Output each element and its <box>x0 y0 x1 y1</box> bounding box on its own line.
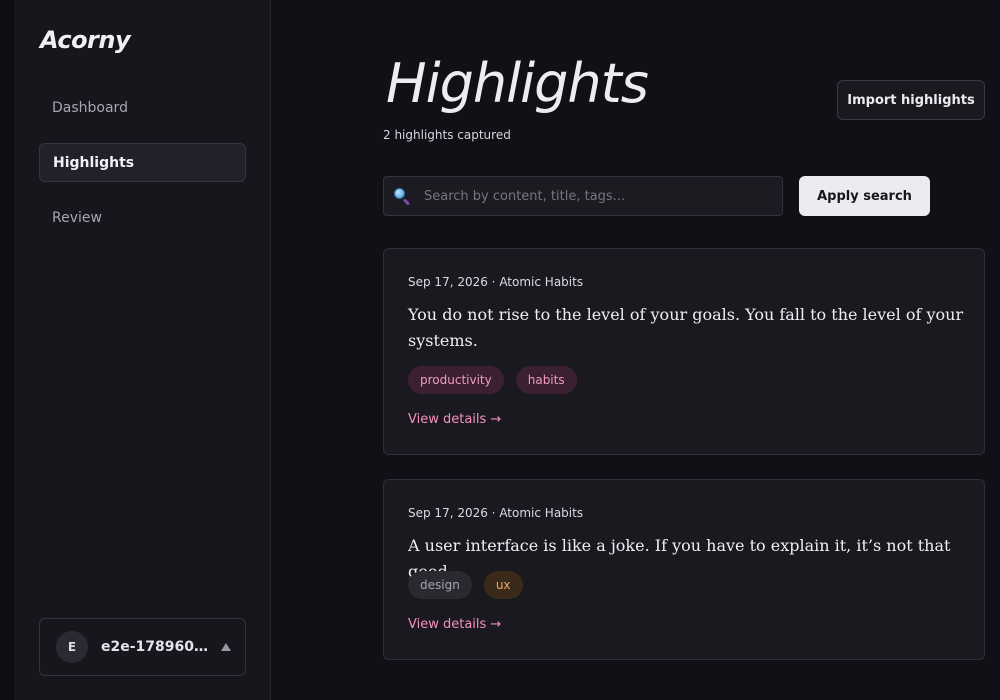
highlight-card: Sep 17, 2026 · Atomic Habits You do not … <box>383 248 985 455</box>
highlight-card: Sep 17, 2026 · Atomic Habits A user inte… <box>383 479 985 660</box>
search-icon <box>393 187 411 206</box>
avatar: E <box>56 631 88 663</box>
sidebar-item-label: Review <box>52 209 102 226</box>
tag-design[interactable]: design <box>408 571 472 599</box>
sidebar-item-highlights[interactable]: Highlights <box>39 143 246 182</box>
search-input[interactable] <box>424 181 769 211</box>
highlight-meta: Sep 17, 2026 · Atomic Habits <box>408 275 584 289</box>
sidebar-item-dashboard[interactable]: Dashboard <box>39 88 246 127</box>
view-details-link[interactable]: View details → <box>408 617 501 632</box>
view-details-link[interactable]: View details → <box>408 412 501 427</box>
tag-list: design ux <box>408 571 523 599</box>
highlight-count: 2 highlights captured <box>383 128 511 142</box>
user-name: e2e-17896070... <box>101 639 209 655</box>
app-logo: Acorny <box>40 26 131 54</box>
sidebar: Acorny Dashboard Highlights Review E e2e… <box>14 0 271 700</box>
apply-search-button[interactable]: Apply search <box>799 176 930 216</box>
tag-list: productivity habits <box>408 366 577 394</box>
caret-up-icon <box>221 643 231 651</box>
page-title: Highlights <box>386 52 649 115</box>
tag-ux[interactable]: ux <box>483 571 523 599</box>
import-highlights-button[interactable]: Import highlights <box>837 80 985 120</box>
window-edge <box>0 0 14 700</box>
highlight-quote: You do not rise to the level of your goa… <box>408 305 964 350</box>
highlight-meta: Sep 17, 2026 · Atomic Habits <box>408 506 584 520</box>
tag-productivity[interactable]: productivity <box>408 366 504 394</box>
tag-habits[interactable]: habits <box>515 366 577 394</box>
sidebar-item-review[interactable]: Review <box>39 198 246 237</box>
sidebar-item-label: Highlights <box>53 154 135 171</box>
user-menu-button[interactable]: E e2e-17896070... <box>39 618 246 676</box>
sidebar-item-label: Dashboard <box>52 99 128 116</box>
search-box <box>383 176 783 216</box>
